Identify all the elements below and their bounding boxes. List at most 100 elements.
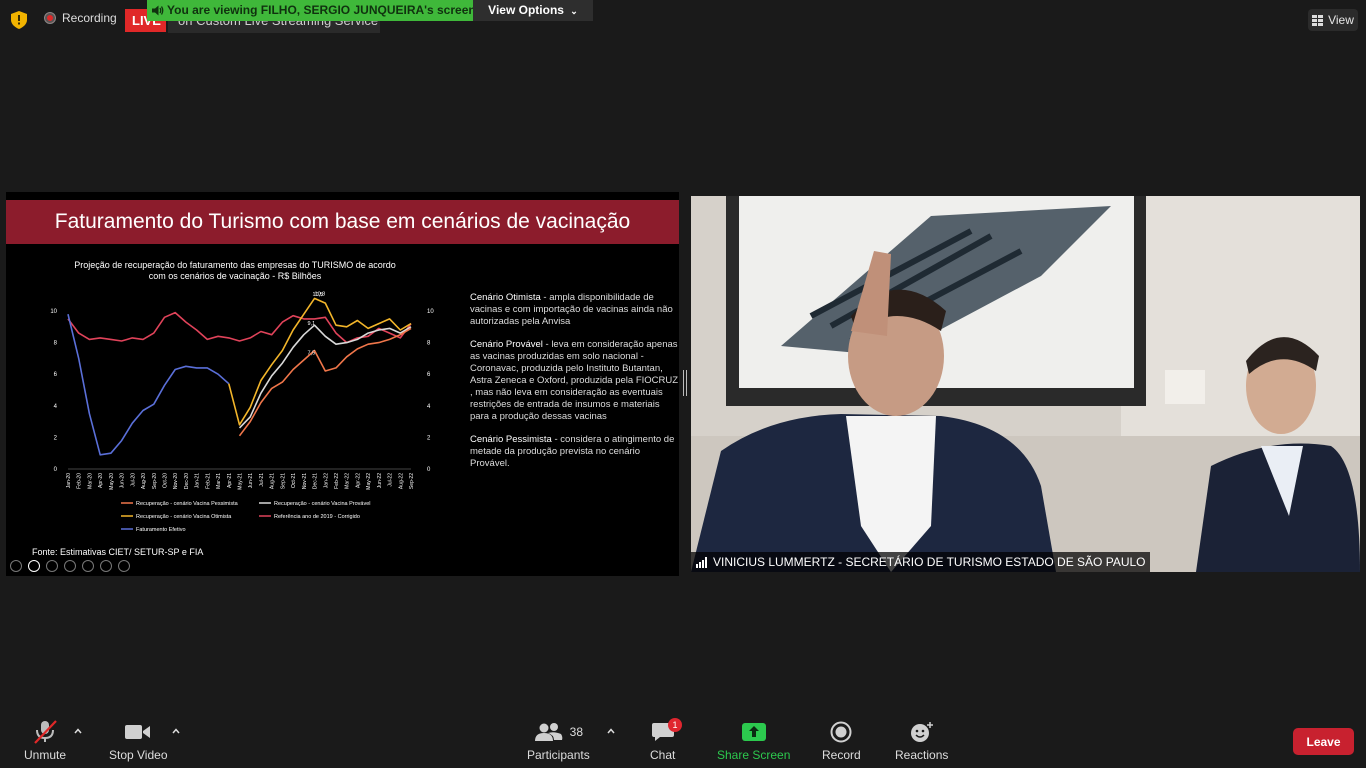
line-chart: 0 0 2 2 4 4 6 6 8 8 10 10 Jan-20 Feb-20 Mar-20 Apr-20 Ma… — [50, 291, 434, 533]
legend-label: Faturamento Efetivo — [136, 527, 186, 533]
y-tick-label-right: 4 — [427, 404, 431, 410]
x-tick-label: Dec-21 — [313, 473, 319, 489]
x-tick-label: Jun-20 — [120, 473, 126, 489]
share-screen-button[interactable]: Share Screen — [717, 720, 790, 762]
x-tick-label: Mar-20 — [87, 473, 93, 489]
subtitles-icon[interactable] — [100, 560, 112, 572]
stop-video-button[interactable]: Stop Video — [109, 720, 168, 762]
recording-label: Recording — [62, 11, 117, 25]
slide-source: Fonte: Estimativas CIET/ SETUR-SP e FIA — [32, 547, 204, 557]
x-tick-label: Apr-22 — [355, 473, 361, 488]
x-tick-label: Aug-22 — [398, 473, 404, 489]
x-tick-label: Mar-22 — [345, 473, 351, 489]
x-tick-label: Feb-22 — [334, 473, 340, 489]
x-tick-label: Jan-21 — [195, 473, 201, 489]
recording-icon — [44, 12, 56, 24]
y-tick-label-left: 6 — [54, 372, 58, 378]
video-options-chevron-icon[interactable] — [171, 726, 181, 736]
legend-label: Referência ano de 2019 - Corrigido — [274, 514, 360, 520]
data-label: 10,5 — [313, 292, 324, 298]
y-tick-label-right: 0 — [427, 467, 431, 473]
viewing-banner: You are viewing FILHO, SERGIO JUNQUEIRA'… — [147, 0, 476, 21]
scenario-descriptions: Cenário Otimista - ampla disponibilidade… — [470, 292, 679, 481]
x-tick-label: Jul-21 — [259, 473, 265, 487]
muted-microphone-icon — [31, 720, 59, 744]
next-slide-icon[interactable] — [28, 560, 40, 572]
x-tick-label: Nov-21 — [302, 473, 308, 489]
share-screen-icon — [741, 720, 767, 744]
view-button[interactable]: View — [1308, 9, 1358, 31]
x-tick-label: Feb-21 — [205, 473, 211, 489]
x-tick-label: Sep-20 — [152, 473, 158, 489]
x-tick-label: Aug-20 — [141, 473, 147, 489]
reactions-button[interactable]: Reactions — [895, 720, 948, 762]
participants-icon: 38 — [534, 720, 583, 744]
pen-icon[interactable] — [46, 560, 58, 572]
audio-options-chevron-icon[interactable] — [73, 726, 83, 736]
scenario-otimista: Cenário Otimista - ampla disponibilidade… — [470, 292, 673, 327]
scenario-pessimista: Cenário Pessimista - considera o atingim… — [470, 434, 675, 469]
recording-indicator[interactable]: Recording — [44, 11, 117, 25]
y-tick-label-left: 8 — [54, 341, 58, 347]
zoom-icon[interactable] — [82, 560, 94, 572]
x-tick-label: Sep-21 — [280, 473, 286, 489]
participants-options-chevron-icon[interactable] — [606, 726, 616, 736]
series-line — [238, 327, 412, 437]
x-tick-label: Oct-21 — [291, 473, 297, 488]
record-button[interactable]: Record — [822, 720, 861, 762]
legend-label: Recuperação - cenário Vacina Provável — [274, 501, 371, 507]
participants-count: 38 — [569, 725, 584, 739]
x-tick-label: Jan-20 — [66, 473, 72, 489]
x-tick-label: Sep-22 — [409, 473, 415, 489]
y-tick-label-right: 6 — [427, 372, 431, 378]
video-camera-icon — [125, 720, 151, 744]
x-tick-label: Apr-20 — [98, 473, 104, 488]
x-tick-label: Nov-20 — [173, 473, 179, 489]
participant-video[interactable]: VINICIUS LUMMERTZ - SECRETÁRIO DE TURISM… — [691, 196, 1360, 572]
legend-label: Recuperação - cenário Vacina Pessimista — [136, 501, 239, 507]
previous-slide-icon[interactable] — [10, 560, 22, 572]
participants-button[interactable]: 38 Participants — [527, 720, 590, 762]
speaker-icon — [152, 5, 164, 16]
split-divider-handle[interactable] — [683, 370, 687, 396]
x-tick-label: Dec-20 — [184, 473, 190, 489]
series-line — [67, 314, 230, 456]
x-tick-label: Jun-21 — [248, 473, 254, 489]
x-tick-label: Jun-22 — [377, 473, 383, 489]
security-shield-icon[interactable] — [11, 11, 27, 29]
slides-icon[interactable] — [64, 560, 76, 572]
y-tick-label-left: 4 — [54, 404, 58, 410]
legend-label: Recuperação - cenário Vacina Otimista — [136, 514, 232, 520]
y-tick-label-left: 10 — [50, 309, 57, 315]
y-tick-label-right: 10 — [427, 309, 434, 315]
signal-strength-icon — [696, 557, 707, 568]
unmute-button[interactable]: Unmute — [24, 720, 66, 762]
slide-title: Faturamento do Turismo com base em cenár… — [6, 200, 679, 244]
leave-button[interactable]: Leave — [1293, 728, 1354, 755]
scenario-provavel: Cenário Provável - leva em consideração … — [470, 339, 679, 422]
shared-screen[interactable]: Faturamento do Turismo com base em cenár… — [6, 192, 679, 576]
reactions-smiley-icon — [910, 720, 934, 744]
data-label: 9,1 — [308, 321, 316, 327]
participant-name-label: VINICIUS LUMMERTZ - SECRETÁRIO DE TURISM… — [691, 552, 1150, 572]
view-options-button[interactable]: View Options ⌄ — [473, 0, 593, 21]
x-tick-label: Oct-20 — [162, 473, 168, 488]
y-tick-label-left: 2 — [54, 435, 58, 441]
x-tick-label: May-20 — [109, 473, 115, 490]
y-tick-label-left: 0 — [54, 467, 58, 473]
x-tick-label: Aug-21 — [270, 473, 276, 489]
chat-unread-badge: 1 — [668, 718, 682, 732]
x-tick-label: Jul-20 — [130, 473, 136, 487]
viewing-banner-text: You are viewing FILHO, SERGIO JUNQUEIRA'… — [167, 3, 476, 17]
x-tick-label: Apr-21 — [227, 473, 233, 488]
x-tick-label: Jan-22 — [323, 473, 329, 489]
slide-toolbar — [10, 560, 130, 572]
x-tick-label: May-21 — [238, 473, 244, 490]
more-options-icon[interactable] — [118, 560, 130, 572]
video-frame — [691, 196, 1360, 572]
x-tick-label: May-22 — [366, 473, 372, 490]
y-tick-label-right: 2 — [427, 435, 431, 441]
chevron-down-icon: ⌄ — [570, 6, 578, 16]
record-icon — [830, 720, 852, 744]
chart-title: Projeção de recuperação do faturamento d… — [74, 260, 396, 281]
